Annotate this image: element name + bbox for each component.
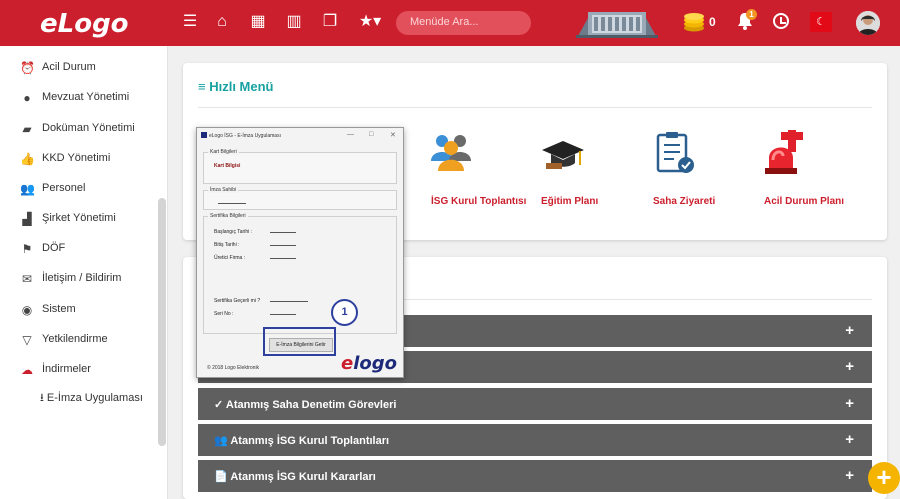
dialog-brand-logo: elogo: [341, 353, 398, 374]
end-date-label: Bitiş Tarihi :: [214, 242, 240, 248]
quick-menu-title: ≡ Hızlı Menü: [198, 79, 274, 94]
certificate-group: Sertifika Bilgileri Başlangıç Tarihi : B…: [203, 213, 397, 334]
card-info-value: Kart Bilgisi: [214, 163, 241, 169]
valid-label: Sertifika Geçerli mi ?: [214, 298, 261, 304]
calendar-icon[interactable]: ▦: [248, 12, 268, 32]
document-icon: 📄: [214, 471, 228, 483]
coin-count: 0: [709, 15, 716, 29]
menu-search-input[interactable]: Menüde Ara...: [396, 11, 531, 35]
folder-icon: ▰: [22, 122, 32, 136]
envelope-icon: ✉: [21, 272, 33, 286]
info-icon: ●: [23, 91, 31, 105]
app-small-logo-icon: [201, 132, 207, 138]
sidebar-item-indirmeler[interactable]: ☁ İndirmeler: [0, 358, 158, 382]
sidebar-item-dokuman[interactable]: ▰ Doküman Yönetimi: [0, 117, 158, 141]
plus-icon[interactable]: +: [845, 322, 854, 339]
issuer-value: [270, 258, 296, 259]
dialog-copyright: © 2018 Logo Elektronik: [207, 365, 260, 371]
home-icon[interactable]: ⌂: [212, 12, 232, 32]
copy-icon[interactable]: ❐: [320, 12, 340, 32]
plus-icon[interactable]: +: [845, 395, 854, 412]
sidebar-item-personel[interactable]: 👥 Personel: [0, 177, 158, 201]
sidebar-item-mevzuat[interactable]: ● Mevzuat Yönetimi: [0, 86, 158, 110]
quick-menu-acil-plan[interactable]: Acil Durum Planı: [764, 196, 844, 207]
menu-toggle-icon[interactable]: ☰: [180, 12, 200, 32]
cloud-download-icon: ☁: [21, 363, 33, 377]
quick-menu-isg-kurul[interactable]: İSG Kurul Toplantısı: [431, 196, 526, 207]
clock-icon[interactable]: [773, 13, 789, 29]
dialog-title: eLogo İSG - E-İmza Uygulaması: [209, 133, 281, 139]
filter-icon: ▽: [22, 333, 32, 347]
alarm-icon: ⏰: [20, 61, 35, 75]
check-icon: ✓: [214, 399, 224, 411]
quick-menu-egitim[interactable]: Eğitim Planı: [541, 196, 598, 207]
card-info-group: Kart Bilgileri Kart Bilgisi: [203, 149, 397, 184]
maximize-icon[interactable]: □: [369, 131, 373, 138]
users-icon: 👥: [20, 182, 35, 196]
siren-icon[interactable]: [763, 130, 809, 176]
sidebar-item-dof[interactable]: ⚑ DÖF: [0, 237, 158, 261]
signer-group: İmza Sahibi: [203, 187, 397, 210]
coins-icon[interactable]: [683, 12, 705, 32]
sidebar-item-acil-durum[interactable]: ⏰ Acil Durum: [0, 56, 158, 80]
company-building-image: [576, 12, 658, 38]
user-avatar[interactable]: [856, 11, 880, 35]
sidebar-scrollbar[interactable]: [158, 198, 166, 446]
plus-icon[interactable]: +: [845, 358, 854, 375]
signer-value: [218, 203, 246, 204]
list-icon: ≡: [198, 79, 210, 94]
sidebar-item-kkd[interactable]: 👍 KKD Yönetimi: [0, 147, 158, 171]
sidebar-item-iletisim[interactable]: ✉ İletişim / Bildirim: [0, 267, 158, 291]
accordion-saha-denetim[interactable]: ✓ Atanmış Saha Denetim Görevleri +: [198, 388, 872, 420]
thumbs-up-icon: 👍: [20, 152, 35, 166]
end-date-value: [270, 245, 296, 246]
sidebar-item-sistem[interactable]: ◉ Sistem: [0, 298, 158, 322]
divider: [198, 107, 872, 108]
serial-value: [270, 314, 296, 315]
chart-icon: ▟: [22, 212, 32, 226]
sidebar-subitem-e-imza[interactable]: ⭳ E-İmza Uygulaması: [40, 389, 143, 408]
turkish-flag-icon[interactable]: ☾: [810, 12, 832, 32]
highlight-box: [263, 327, 336, 356]
start-date-label: Başlangıç Tarihi :: [214, 229, 252, 235]
valid-value: [270, 301, 308, 302]
users-icon: 👥: [214, 435, 228, 447]
step-number-badge: 1: [331, 299, 358, 326]
favorites-star-icon[interactable]: ★▾: [355, 12, 385, 32]
issuer-label: Üretici Firma :: [214, 255, 246, 261]
accordion-isg-toplantilari[interactable]: 👥 Atanmış İSG Kurul Toplantıları +: [198, 424, 872, 456]
sidebar-item-yetkilendirme[interactable]: ▽ Yetkilendirme: [0, 328, 158, 352]
quick-menu-saha[interactable]: Saha Ziyareti: [653, 196, 715, 207]
plus-icon[interactable]: +: [845, 467, 854, 484]
start-date-value: [270, 232, 296, 233]
accordion-isg-kararlari[interactable]: 📄 Atanmış İSG Kurul Kararları +: [198, 460, 872, 492]
notification-badge: 1: [746, 9, 757, 20]
meeting-icon[interactable]: [428, 131, 474, 177]
sidebar-item-sirket[interactable]: ▟ Şirket Yönetimi: [0, 207, 158, 231]
minimize-icon[interactable]: —: [347, 131, 354, 138]
add-fab-button[interactable]: +: [868, 462, 900, 494]
app-logo[interactable]: eLogo: [40, 9, 129, 39]
close-icon[interactable]: ✕: [390, 131, 396, 139]
checklist-icon[interactable]: [652, 131, 698, 177]
flag-icon: ⚑: [21, 242, 33, 256]
download-icon: ⭳: [40, 392, 47, 404]
graduation-cap-icon[interactable]: [540, 133, 586, 179]
top-bar: eLogo ☰ ⌂ ▦ ▥ ❐ ★▾ Menüde Ara... 0 1 ☾: [0, 0, 900, 46]
bar-chart-icon[interactable]: ▥: [284, 12, 304, 32]
serial-label: Seri No :: [214, 311, 234, 317]
globe-icon: ◉: [21, 303, 33, 317]
plus-icon[interactable]: +: [845, 431, 854, 448]
